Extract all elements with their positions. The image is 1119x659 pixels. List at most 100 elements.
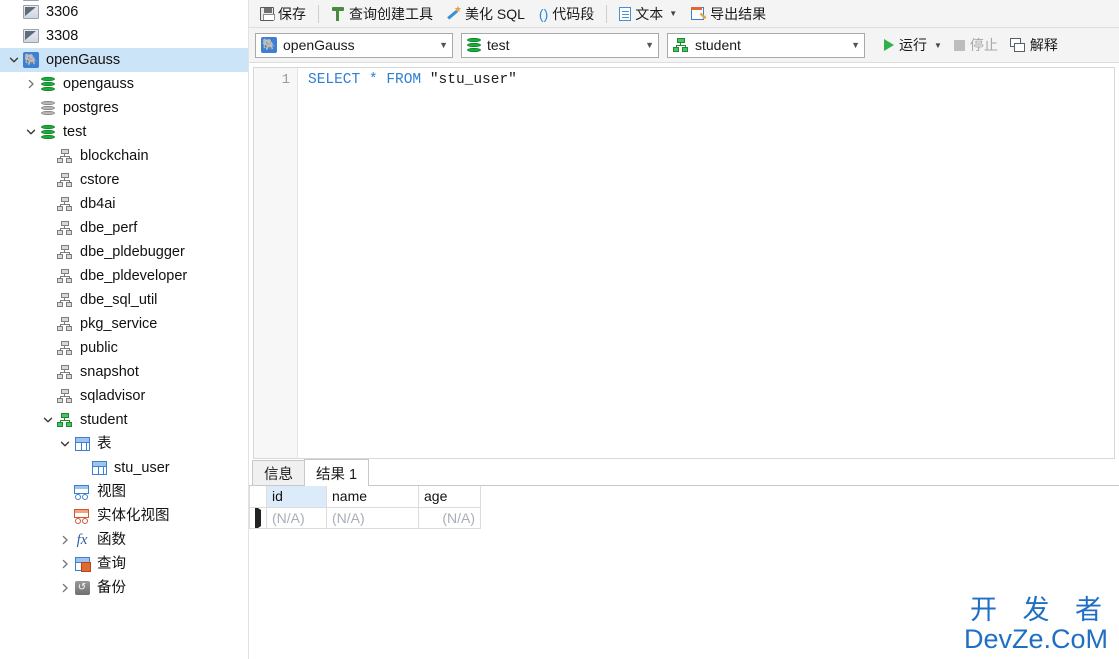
chevron-right-icon[interactable] bbox=[57, 552, 73, 576]
sql-code-area[interactable]: SELECT * FROM "stu_user" bbox=[298, 68, 1114, 458]
column-header-name[interactable]: name bbox=[326, 486, 419, 508]
tree-item-label: 查询 bbox=[97, 556, 126, 572]
column-header-id[interactable]: id bbox=[266, 486, 327, 508]
sql-text-editor[interactable]: 1 SELECT * FROM "stu_user" bbox=[253, 67, 1115, 459]
tree-item-test[interactable]: test bbox=[0, 120, 248, 144]
cell-age[interactable]: (N/A) bbox=[418, 506, 481, 529]
database-icon bbox=[39, 75, 57, 93]
cell-name[interactable]: (N/A) bbox=[326, 506, 419, 529]
save-button[interactable]: 保存 bbox=[253, 2, 313, 26]
chevron-down-icon[interactable] bbox=[6, 48, 22, 72]
chevron-down-icon[interactable]: ▼ bbox=[934, 41, 942, 50]
tree-item--[interactable]: 实体化视图 bbox=[0, 504, 248, 528]
tree-item-label: blockchain bbox=[80, 148, 149, 164]
tree-item-stu_user[interactable]: stu_user bbox=[0, 456, 248, 480]
tree-item-blockchain[interactable]: blockchain bbox=[0, 144, 248, 168]
chevron-down-icon[interactable] bbox=[23, 120, 39, 144]
result-tab-0[interactable]: 信息 bbox=[252, 460, 305, 485]
export-icon: ⬊ bbox=[691, 6, 707, 21]
chevron-down-icon[interactable] bbox=[57, 432, 73, 456]
database-value: test bbox=[487, 37, 510, 53]
tree-item-opengauss[interactable]: opengauss bbox=[0, 72, 248, 96]
tree-item-public[interactable]: public bbox=[0, 336, 248, 360]
database-navigator-tree[interactable]: 192.168.92.13433063308🐘openGaussopengaus… bbox=[0, 0, 249, 659]
tree-item-cstore[interactable]: cstore bbox=[0, 168, 248, 192]
tree-item--[interactable]: 查询 bbox=[0, 552, 248, 576]
tree-item-label: 3306 bbox=[46, 4, 79, 20]
chevron-down-icon[interactable]: ▼ bbox=[637, 40, 654, 50]
tree-item--[interactable]: 视图 bbox=[0, 480, 248, 504]
cell-id[interactable]: (N/A) bbox=[266, 506, 327, 529]
chevron-down-icon[interactable]: ▼ bbox=[669, 9, 677, 18]
export-results-button[interactable]: ⬊ 导出结果 bbox=[684, 2, 773, 26]
result-tab-1[interactable]: 结果 1 bbox=[304, 459, 370, 486]
table-row[interactable]: (N/A) (N/A) (N/A) bbox=[249, 506, 481, 529]
column-header-age[interactable]: age bbox=[418, 486, 481, 508]
schema-icon bbox=[56, 387, 74, 405]
schema-icon bbox=[56, 195, 74, 213]
chevron-down-icon[interactable]: ▼ bbox=[843, 40, 860, 50]
sql-token-keyword: FROM bbox=[386, 72, 422, 88]
tree-item-dbe_sql_util[interactable]: dbe_sql_util bbox=[0, 288, 248, 312]
connection-select[interactable]: 🐘 openGauss ▼ bbox=[255, 32, 453, 58]
run-label: 运行 bbox=[899, 37, 927, 53]
chevron-down-icon[interactable] bbox=[40, 408, 56, 432]
tree-item--[interactable]: 表 bbox=[0, 432, 248, 456]
run-button[interactable]: 运行 ▼ bbox=[879, 33, 947, 57]
tree-item--[interactable]: fx 函数 bbox=[0, 528, 248, 552]
explain-button[interactable]: 解释 bbox=[1005, 33, 1063, 57]
schema-select[interactable]: student ▼ bbox=[667, 32, 865, 58]
text-format-button[interactable]: 文本 ▼ bbox=[612, 2, 684, 26]
schema-icon bbox=[56, 147, 74, 165]
hammer-icon bbox=[331, 6, 345, 21]
schema-icon bbox=[56, 219, 74, 237]
tree-item-dbe_pldebugger[interactable]: dbe_pldebugger bbox=[0, 240, 248, 264]
snippet-button[interactable]: () 代码段 bbox=[532, 2, 601, 26]
chevron-right-icon[interactable] bbox=[57, 528, 73, 552]
results-tab-strip[interactable]: 信息 结果 1 bbox=[249, 459, 1119, 486]
result-grid-container[interactable]: id name age (N/A) (N/A) (N/A) bbox=[249, 486, 1119, 659]
tree-item-label: postgres bbox=[63, 100, 119, 116]
database-icon bbox=[467, 37, 481, 53]
current-row-indicator-icon bbox=[255, 508, 261, 527]
play-icon bbox=[884, 39, 894, 51]
tree-item-dbe_perf[interactable]: dbe_perf bbox=[0, 216, 248, 240]
tree-item-dbe_pldeveloper[interactable]: dbe_pldeveloper bbox=[0, 264, 248, 288]
tree-item-db4ai[interactable]: db4ai bbox=[0, 192, 248, 216]
result-grid-body[interactable]: (N/A) (N/A) (N/A) bbox=[249, 506, 481, 529]
query-builder-label: 查询创建工具 bbox=[349, 5, 433, 22]
tree-item-pkg_service[interactable]: pkg_service bbox=[0, 312, 248, 336]
tree-item-student[interactable]: student bbox=[0, 408, 248, 432]
tree-item-snapshot[interactable]: snapshot bbox=[0, 360, 248, 384]
result-grid[interactable]: id name age (N/A) (N/A) (N/A) bbox=[249, 486, 481, 529]
tree-item-sqladvisor[interactable]: sqladvisor bbox=[0, 384, 248, 408]
sql-token-string: "stu_user" bbox=[429, 72, 517, 88]
editor-toolbar: 保存 查询创建工具 美化 SQL () 代码段 文本 ▼ ⬊ bbox=[249, 0, 1119, 28]
database-select[interactable]: test ▼ bbox=[461, 32, 659, 58]
tree-item-label: 备份 bbox=[97, 580, 126, 596]
chevron-down-icon[interactable]: ▼ bbox=[431, 40, 448, 50]
save-label: 保存 bbox=[278, 5, 306, 22]
chevron-right-icon[interactable] bbox=[57, 576, 73, 600]
tree-item--[interactable]: ↺ 备份 bbox=[0, 576, 248, 600]
tree-item-postgres[interactable]: postgres bbox=[0, 96, 248, 120]
tree-item-label: 3308 bbox=[46, 28, 79, 44]
query-builder-button[interactable]: 查询创建工具 bbox=[324, 2, 440, 26]
tree-item-label: dbe_pldeveloper bbox=[80, 268, 188, 284]
tree-item-label: public bbox=[80, 340, 118, 356]
beautify-sql-button[interactable]: 美化 SQL bbox=[440, 2, 532, 26]
tree-item-opengauss[interactable]: 🐘 openGauss bbox=[0, 48, 248, 72]
tree-item-label: 函数 bbox=[97, 532, 126, 548]
postgres-icon: 🐘 bbox=[261, 37, 277, 53]
row-marker[interactable] bbox=[249, 506, 267, 529]
schema-icon bbox=[56, 171, 74, 189]
chevron-right-icon[interactable] bbox=[23, 72, 39, 96]
sql-token-operator: * bbox=[368, 72, 378, 88]
tree-item-3308[interactable]: 3308 bbox=[0, 24, 248, 48]
